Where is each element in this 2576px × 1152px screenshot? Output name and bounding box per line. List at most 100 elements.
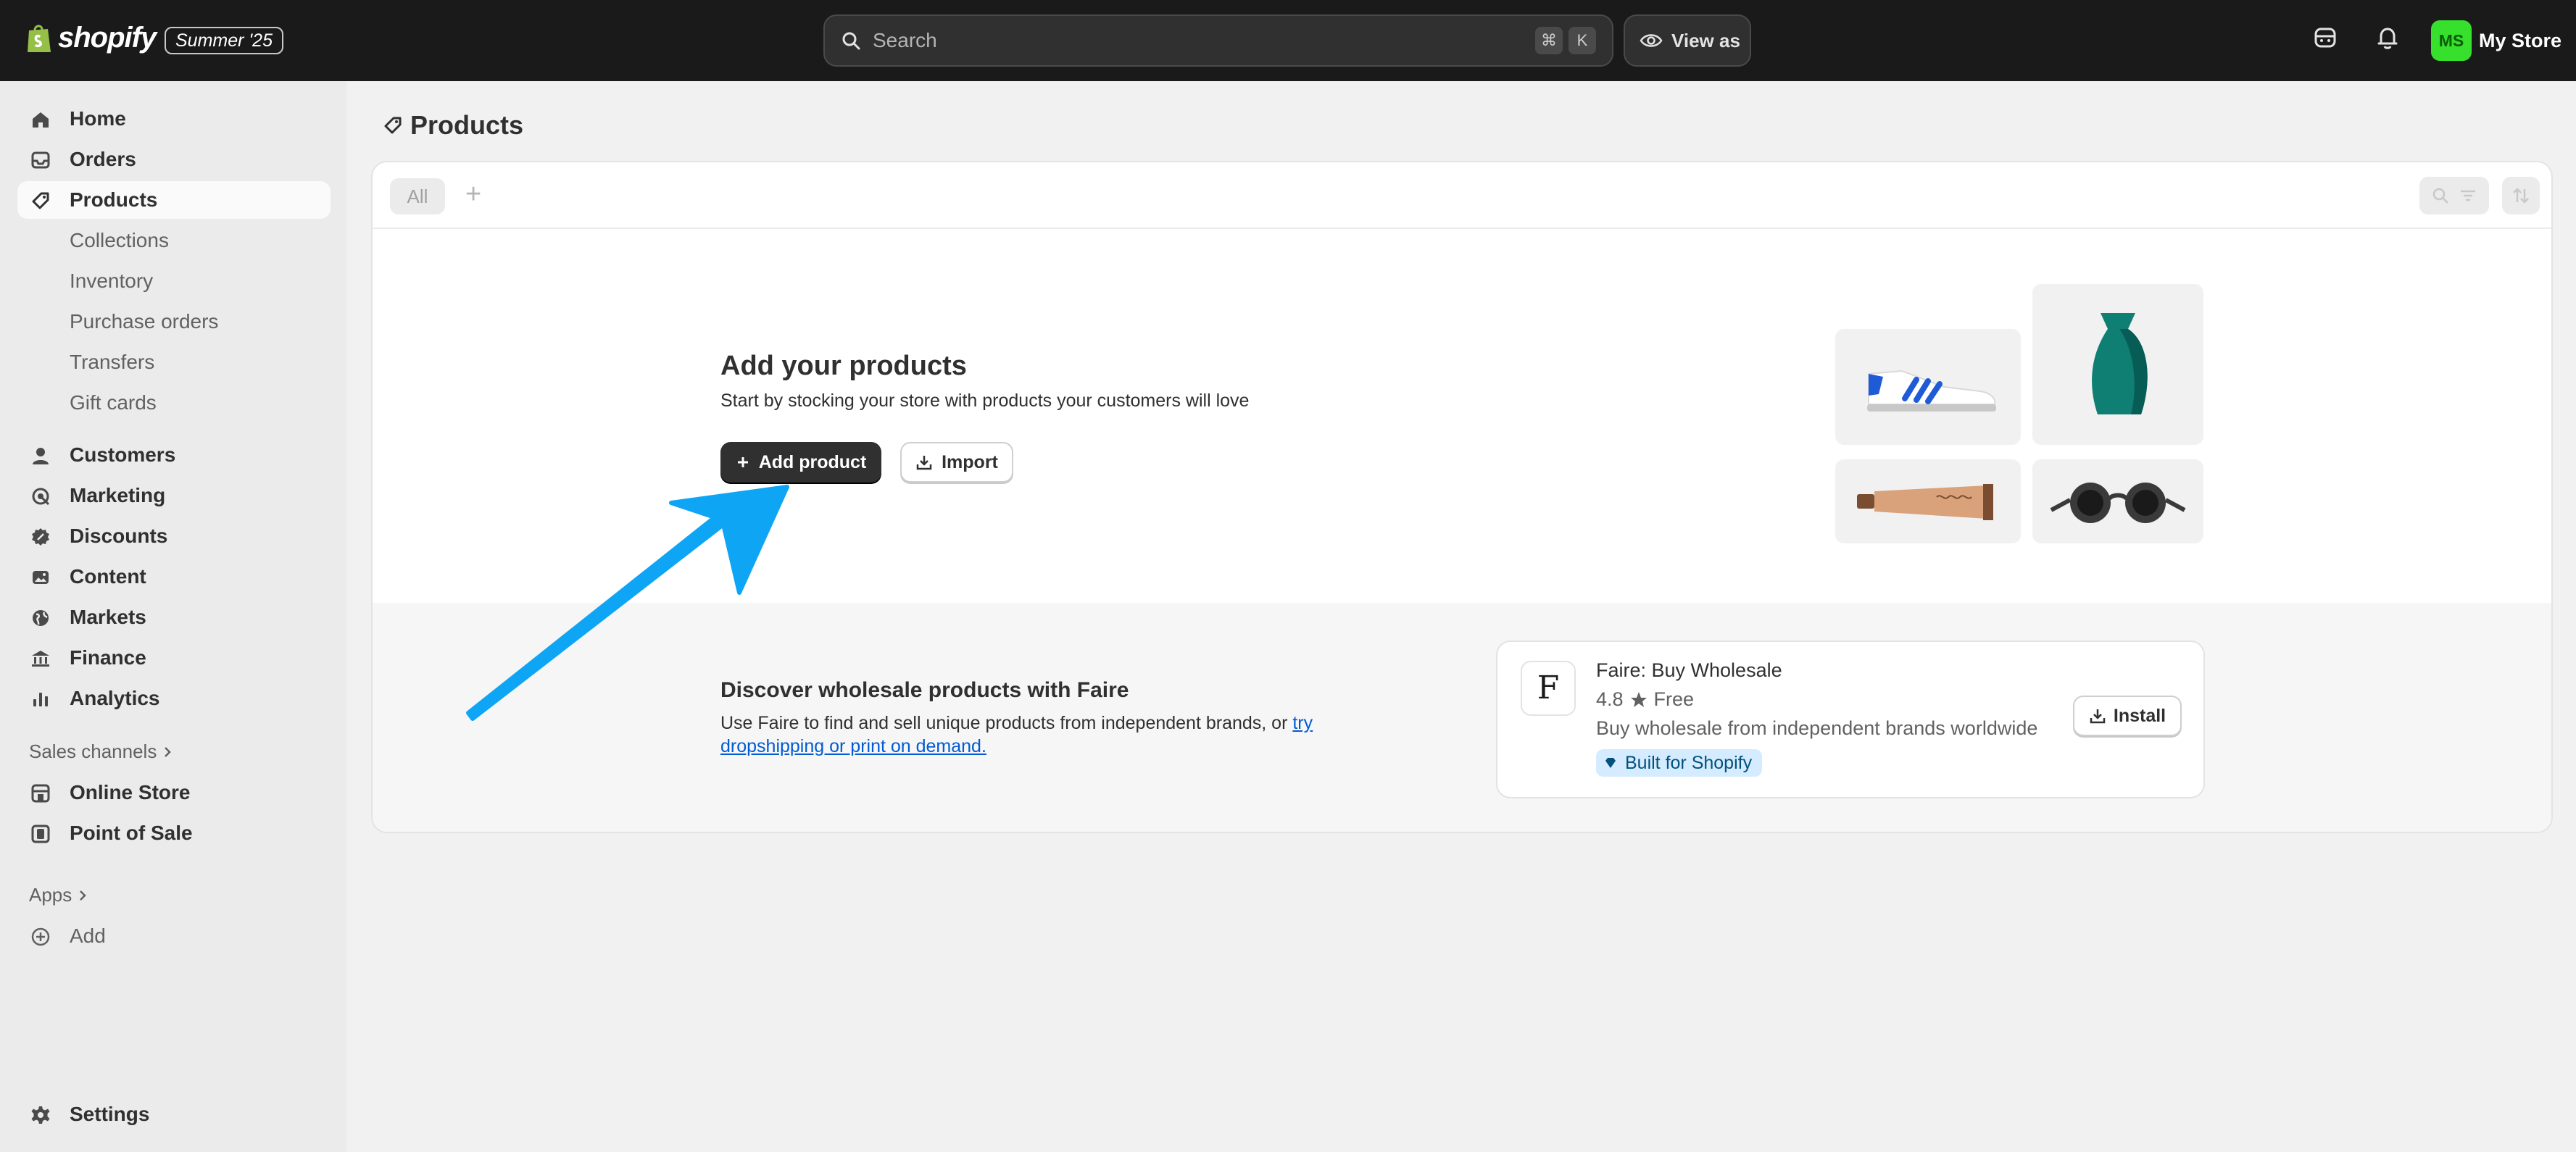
- app-rating: 4.8 Free: [1596, 688, 1694, 711]
- wholesale-text-body: Use Faire to find and sell unique produc…: [720, 713, 1293, 733]
- sales-channels-label: Sales channels: [29, 740, 157, 762]
- person-icon: [30, 446, 51, 466]
- shortcut-cmd-key: ⌘: [1535, 27, 1563, 54]
- sidebar-item-customers[interactable]: Customers: [17, 436, 331, 474]
- sidebar-item-online-store[interactable]: Online Store: [17, 774, 331, 811]
- built-for-shopify-badge: Built for Shopify: [1596, 749, 1763, 777]
- plus-circle-icon: [30, 927, 51, 947]
- search-bar[interactable]: ⌘ K: [823, 14, 1613, 67]
- sunglasses-illustration: [2032, 459, 2203, 543]
- sidebar-item-settings[interactable]: Settings: [17, 1095, 331, 1133]
- download-icon: [2089, 707, 2106, 725]
- sidebar-item-label: Purchase orders: [70, 310, 219, 333]
- bar-chart-icon: [30, 689, 51, 709]
- sidebar-item-marketing[interactable]: Marketing: [17, 477, 331, 514]
- wholesale-title: Discover wholesale products with Faire: [720, 678, 1129, 702]
- store-menu[interactable]: MS My Store: [2431, 20, 2562, 61]
- edition-badge[interactable]: Summer '25: [165, 27, 283, 54]
- page-title-text: Products: [410, 110, 524, 140]
- wholesale-section: Discover wholesale products with Faire U…: [373, 603, 2551, 832]
- home-icon: [30, 109, 51, 130]
- app-description: Buy wholesale from independent brands wo…: [1596, 717, 2038, 739]
- view-as-button[interactable]: View as: [1624, 14, 1751, 67]
- sidebar-item-products[interactable]: Products: [17, 181, 331, 219]
- add-view-button[interactable]: +: [465, 175, 481, 213]
- sidebar-item-content[interactable]: Content: [17, 558, 331, 596]
- sidebar-item-label: Online Store: [70, 781, 191, 804]
- badge-label: Built for Shopify: [1625, 752, 1753, 773]
- view-tabs-bar: All +: [373, 162, 2551, 229]
- empty-state-subtitle: Start by stocking your store with produc…: [720, 391, 1250, 411]
- import-label: Import: [942, 451, 998, 472]
- search-input[interactable]: [871, 28, 1454, 53]
- sort-button[interactable]: [2502, 177, 2540, 214]
- view-as-label: View as: [1671, 29, 1740, 51]
- filter-icon: [2459, 186, 2477, 205]
- app-price: Free: [1653, 688, 1695, 710]
- store-name: My Store: [2479, 29, 2562, 51]
- sidebar-item-label: Marketing: [70, 484, 166, 506]
- sidebar-item-point-of-sale[interactable]: Point of Sale: [17, 814, 331, 852]
- search-filter-button[interactable]: [2419, 177, 2489, 214]
- import-button[interactable]: Import: [900, 442, 1013, 483]
- chevron-right-icon: [162, 746, 173, 759]
- sidebar-item-add-app[interactable]: Add: [17, 917, 331, 955]
- sidebar-item-collections[interactable]: Collections: [17, 222, 331, 259]
- sidebar-item-gift-cards[interactable]: Gift cards: [17, 384, 331, 422]
- store-icon: [30, 783, 51, 804]
- install-button[interactable]: Install: [2073, 696, 2182, 736]
- add-product-label: Add product: [758, 451, 867, 472]
- image-icon: [30, 567, 51, 588]
- faire-app-card[interactable]: F Faire: Buy Wholesale 4.8 Free Buy whol…: [1496, 640, 2205, 798]
- sidebar-item-label: Collections: [70, 229, 169, 251]
- sales-channels-header[interactable]: Sales channels: [29, 740, 173, 763]
- rating-value: 4.8: [1596, 688, 1624, 710]
- discount-icon: [30, 527, 51, 547]
- sidebar-item-label: Gift cards: [70, 391, 157, 414]
- shopify-bag-icon: [26, 23, 52, 54]
- sidebar-item-finance[interactable]: Finance: [17, 639, 331, 677]
- sidebar-item-purchase-orders[interactable]: Purchase orders: [17, 303, 331, 341]
- bank-icon: [30, 648, 51, 669]
- sidebar-item-label: Discounts: [70, 525, 168, 547]
- shortcut-k-key: K: [1569, 27, 1596, 54]
- sidebar-item-markets[interactable]: Markets: [17, 598, 331, 636]
- avatar: MS: [2431, 20, 2472, 61]
- search-icon: [841, 30, 861, 51]
- sort-icon: [2511, 186, 2530, 205]
- sidebar-item-label: Point of Sale: [70, 822, 193, 844]
- apps-header[interactable]: Apps: [29, 884, 88, 906]
- sidebar-item-label: Finance: [70, 646, 146, 669]
- top-bar: shopify Summer '25 ⌘ K View as MS My Sto…: [0, 0, 2576, 81]
- sidebar-item-discounts[interactable]: Discounts: [17, 517, 331, 555]
- faire-logo: F: [1521, 661, 1576, 716]
- sidebar-item-home[interactable]: Home: [17, 100, 331, 138]
- download-icon: [915, 454, 933, 471]
- sneaker-illustration: [1835, 329, 2021, 445]
- tab-all[interactable]: All: [390, 178, 445, 214]
- assistant-icon[interactable]: [2312, 25, 2338, 51]
- page-title: Products: [383, 110, 523, 141]
- sidebar-item-inventory[interactable]: Inventory: [17, 262, 331, 300]
- sidebar: Home Orders Products Collections Invento…: [0, 81, 346, 1152]
- sidebar-item-analytics[interactable]: Analytics: [17, 680, 331, 717]
- sidebar-item-transfers[interactable]: Transfers: [17, 343, 331, 381]
- bell-icon[interactable]: [2375, 25, 2401, 51]
- tag-icon: [30, 191, 51, 211]
- pos-icon: [30, 824, 51, 844]
- plus-icon: [736, 455, 750, 469]
- sidebar-item-orders[interactable]: Orders: [17, 141, 331, 178]
- sidebar-item-label: Inventory: [70, 270, 154, 292]
- sidebar-item-label: Content: [70, 565, 146, 588]
- lotion-tube-illustration: [1835, 459, 2021, 543]
- sidebar-item-label: Customers: [70, 443, 176, 466]
- app-name: Faire: Buy Wholesale: [1596, 659, 1782, 681]
- sidebar-item-label: Orders: [70, 148, 136, 170]
- sidebar-item-label: Products: [70, 188, 158, 211]
- vase-illustration: [2032, 284, 2203, 445]
- empty-state-title: Add your products: [720, 351, 967, 381]
- sidebar-item-label: Add: [70, 924, 106, 947]
- shopify-logo[interactable]: shopify: [26, 22, 157, 54]
- products-card: All + Add your products Start by stockin…: [371, 161, 2553, 833]
- add-product-button[interactable]: Add product: [720, 442, 881, 483]
